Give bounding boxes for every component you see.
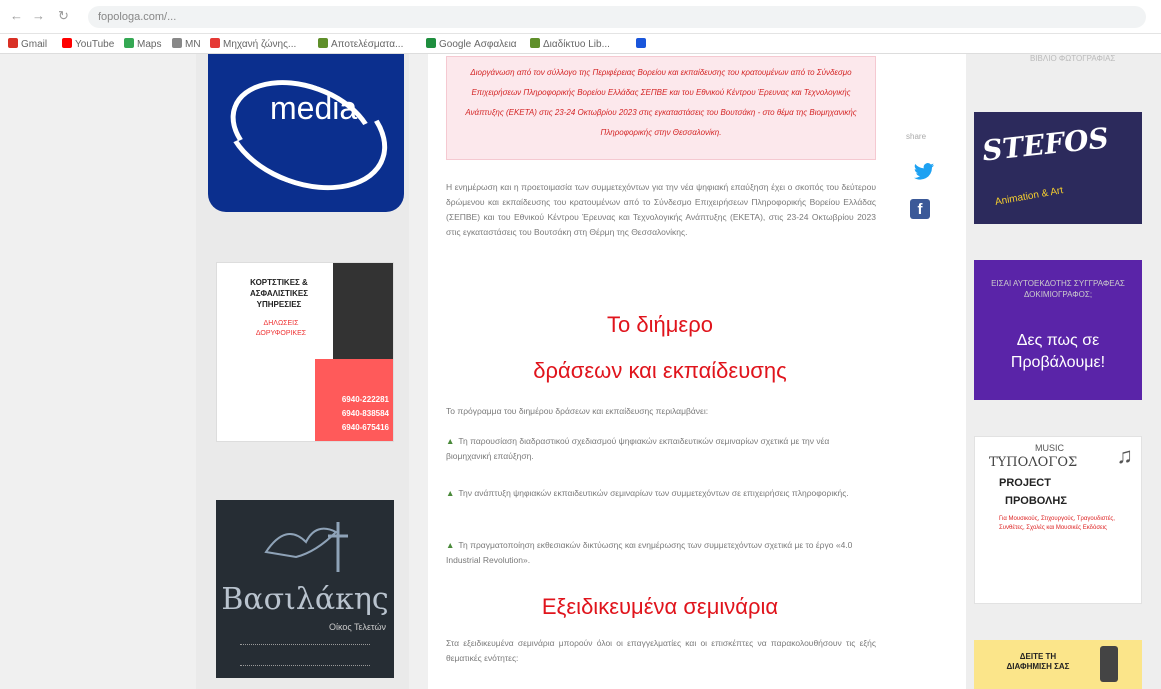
maps-icon [124, 38, 134, 48]
bookmark-icon [318, 38, 328, 48]
advertise-text: ΔΕΙΤΕ ΤΗ ΔΙΑΦΗΜΙΣΗ ΣΑΣ [1006, 652, 1070, 671]
bookmarks-bar: Gmail YouTube Maps MN Μηχανή ζώνης... Απ… [0, 34, 1161, 54]
bullet-item: ▲ Τη πραγματοποίηση εκθεσιακών δικτύωσης … [446, 540, 853, 565]
phone-2: 6940-838584 [341, 409, 389, 418]
youtube-icon [62, 38, 72, 48]
bookmark-icon [426, 38, 436, 48]
music-project-ad[interactable]: MUSIC ΤΥΠΟΛΟΓΟΣ ♫ PROJECT ΠΡΟΒΟΛΗΣ Για Μ… [974, 436, 1142, 604]
bookmark-icon [172, 38, 182, 48]
phone-1: 6940-222281 [341, 395, 389, 404]
music-note-icon: ♫ [1116, 443, 1134, 468]
media-logo-text: media [270, 90, 358, 126]
dove-cross-icon [264, 522, 348, 572]
ad-contact-lines [240, 644, 370, 666]
share-label: share [906, 132, 927, 141]
flag-icon [636, 38, 646, 48]
ad-title: ΚΟΡΤΣΤΙΚΕΣ & ΑΣΦΑΛΙΣΤΙΚΕΣ ΥΠΗΡΕΣΙΕΣ [249, 278, 309, 309]
share-column [888, 54, 966, 689]
ad-phones: 6940-222281 6940-838584 6940-675416 [319, 393, 389, 435]
bullet-item: ▲ Τη παρουσίαση διαδραστικού σχεδιασμού ψ… [446, 436, 830, 461]
ad-name: Βασιλάκης [221, 582, 389, 617]
bookmark-flag[interactable] [636, 38, 649, 50]
stefos-subtitle: Animation & Art [994, 185, 1064, 208]
advertise-ad[interactable]: ΔΕΙΤΕ ΤΗ ΔΙΑΦΗΜΙΣΗ ΣΑΣ [974, 640, 1142, 689]
accounting-ad[interactable]: ΚΟΡΤΣΤΙΚΕΣ & ΑΣΦΑΛΙΣΤΙΚΕΣ ΥΠΗΡΕΣΙΕΣ ΔΗΛΩ… [216, 262, 394, 442]
program-intro: Το πρόγραμμα του διημέρου δράσεων και εκ… [446, 406, 709, 416]
bookmark-4[interactable]: Μηχανή ζώνης... [210, 38, 296, 50]
music-label: MUSIC [1035, 443, 1064, 453]
gmail-icon [8, 38, 18, 48]
address-bar[interactable]: fopologa.com/... [88, 6, 1146, 28]
heading-seminars: Εξειδικευμένα σεμινάρια [541, 594, 779, 619]
bookmark-youtube[interactable]: YouTube [62, 38, 114, 50]
heading-draseon: δράσεων και εκπαίδευσης [533, 358, 787, 383]
browser-toolbar: ← → ↻ fopologa.com/... [0, 0, 1161, 34]
music-description: Για Μουσικούς, Στιχουργούς, Τραγουδιστές… [999, 516, 1115, 531]
twitter-icon[interactable] [913, 162, 935, 188]
stefos-ad[interactable]: STEFOS Animation & Art [974, 112, 1142, 224]
calculator-image [333, 263, 393, 361]
back-icon[interactable]: ← [10, 8, 23, 23]
funeral-home-ad[interactable]: Βασιλάκης Οίκος Τελετών [216, 500, 394, 678]
bullet-item: ▲ Την ανάπτυξη ψηφιακών εκπαιδευτικών σεμ… [446, 488, 849, 498]
ad-subtitle: ΔΗΛΩΣΕΙΣ ΔΟΡΥΦΟΡΙΚΕΣ [255, 320, 307, 337]
media-logo-ad[interactable]: media [208, 54, 404, 212]
ad-subtitle: Οίκος Τελετών [328, 622, 386, 632]
project-label: PROJECT [999, 477, 1051, 489]
facebook-icon[interactable]: f [910, 199, 930, 219]
seminars-paragraph: Στα εξειδικευμένα σεμινάρια μπορούν όλοι… [446, 638, 876, 663]
phone-icon [1100, 646, 1118, 682]
right-top-text: ΒΙΒΛΙΟ ΦΩΤΟΓΡΑΦΙΑΣ [1030, 54, 1116, 63]
heading-diimero: Το διήμερο [607, 312, 713, 337]
pointer-icon: ▲ [446, 540, 455, 550]
provolis-label: ΠΡΟΒΟΛΗΣ [1005, 495, 1067, 507]
author-promo-ad[interactable]: ΕΙΣΑΙ ΑΥΤΟΕΚΔΟΤΗΣ ΣΥΓΓΡΑΦΕΑΣ ΔΟΚΙΜΙΟΓΡΑΦ… [974, 260, 1142, 400]
bookmark-6[interactable]: Google Ασφαλεια [426, 38, 517, 50]
stefos-logo: STEFOS [980, 121, 1111, 168]
bookmark-icon [210, 38, 220, 48]
url-text: fopologa.com/... [98, 11, 177, 23]
typologos-logo: ΤΥΠΟΛΟΓΟΣ [989, 455, 1078, 470]
pointer-icon: ▲ [446, 436, 455, 446]
promo-question: ΕΙΣΑΙ ΑΥΤΟΕΚΔΟΤΗΣ ΣΥΓΓΡΑΦΕΑΣ ΔΟΚΙΜΙΟΓΡΑΦ… [991, 279, 1125, 299]
bookmark-maps[interactable]: Maps [124, 38, 161, 50]
intro-paragraph: Η ενημέρωση και η προετοιμασία των συμμε… [446, 182, 876, 237]
reload-icon[interactable]: ↻ [58, 8, 69, 24]
bookmark-icon [530, 38, 540, 48]
pointer-icon: ▲ [446, 488, 455, 498]
phone-3: 6940-675416 [341, 423, 389, 432]
forward-icon[interactable]: → [32, 8, 45, 23]
bookmark-gmail[interactable]: Gmail [8, 38, 47, 50]
bookmark-5[interactable]: Αποτελέσματα... [318, 38, 403, 50]
bookmark-7[interactable]: Διαδίκτυο Lib... [530, 38, 610, 50]
bookmark-mn[interactable]: MN [172, 38, 201, 50]
promo-headline: Δες πως σε Προβάλουμε! [1010, 332, 1106, 371]
event-notice: Διοργάνωση από τον σύλλογο της Περιφέρει… [446, 56, 876, 160]
